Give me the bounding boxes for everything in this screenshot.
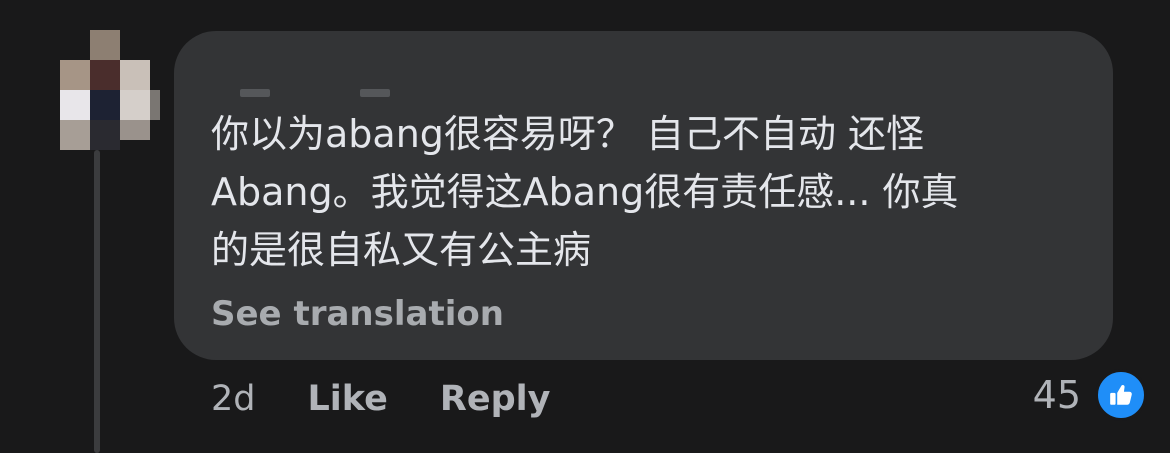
- comment-bubble: 你以为abang很容易呀？ 自己不自动 还怪 Abang。我觉得这Abang很有…: [174, 31, 1113, 360]
- reaction-summary[interactable]: 45: [1032, 369, 1147, 421]
- comment-timestamp[interactable]: 2d: [211, 379, 256, 419]
- like-button[interactable]: Like: [308, 379, 388, 419]
- author-name-redacted: [360, 89, 390, 97]
- author-name-redacted: [240, 89, 270, 97]
- see-translation-link[interactable]: See translation: [211, 294, 504, 334]
- thread-line: [94, 150, 100, 453]
- comment-text: 你以为abang很容易呀？ 自己不自动 还怪 Abang。我觉得这Abang很有…: [211, 112, 959, 272]
- avatar[interactable]: [60, 30, 160, 150]
- reaction-count: 45: [1032, 373, 1081, 417]
- reply-button[interactable]: Reply: [440, 379, 551, 419]
- thumbs-up-icon: [1095, 369, 1147, 421]
- comment-actions: 2d Like Reply: [211, 375, 602, 423]
